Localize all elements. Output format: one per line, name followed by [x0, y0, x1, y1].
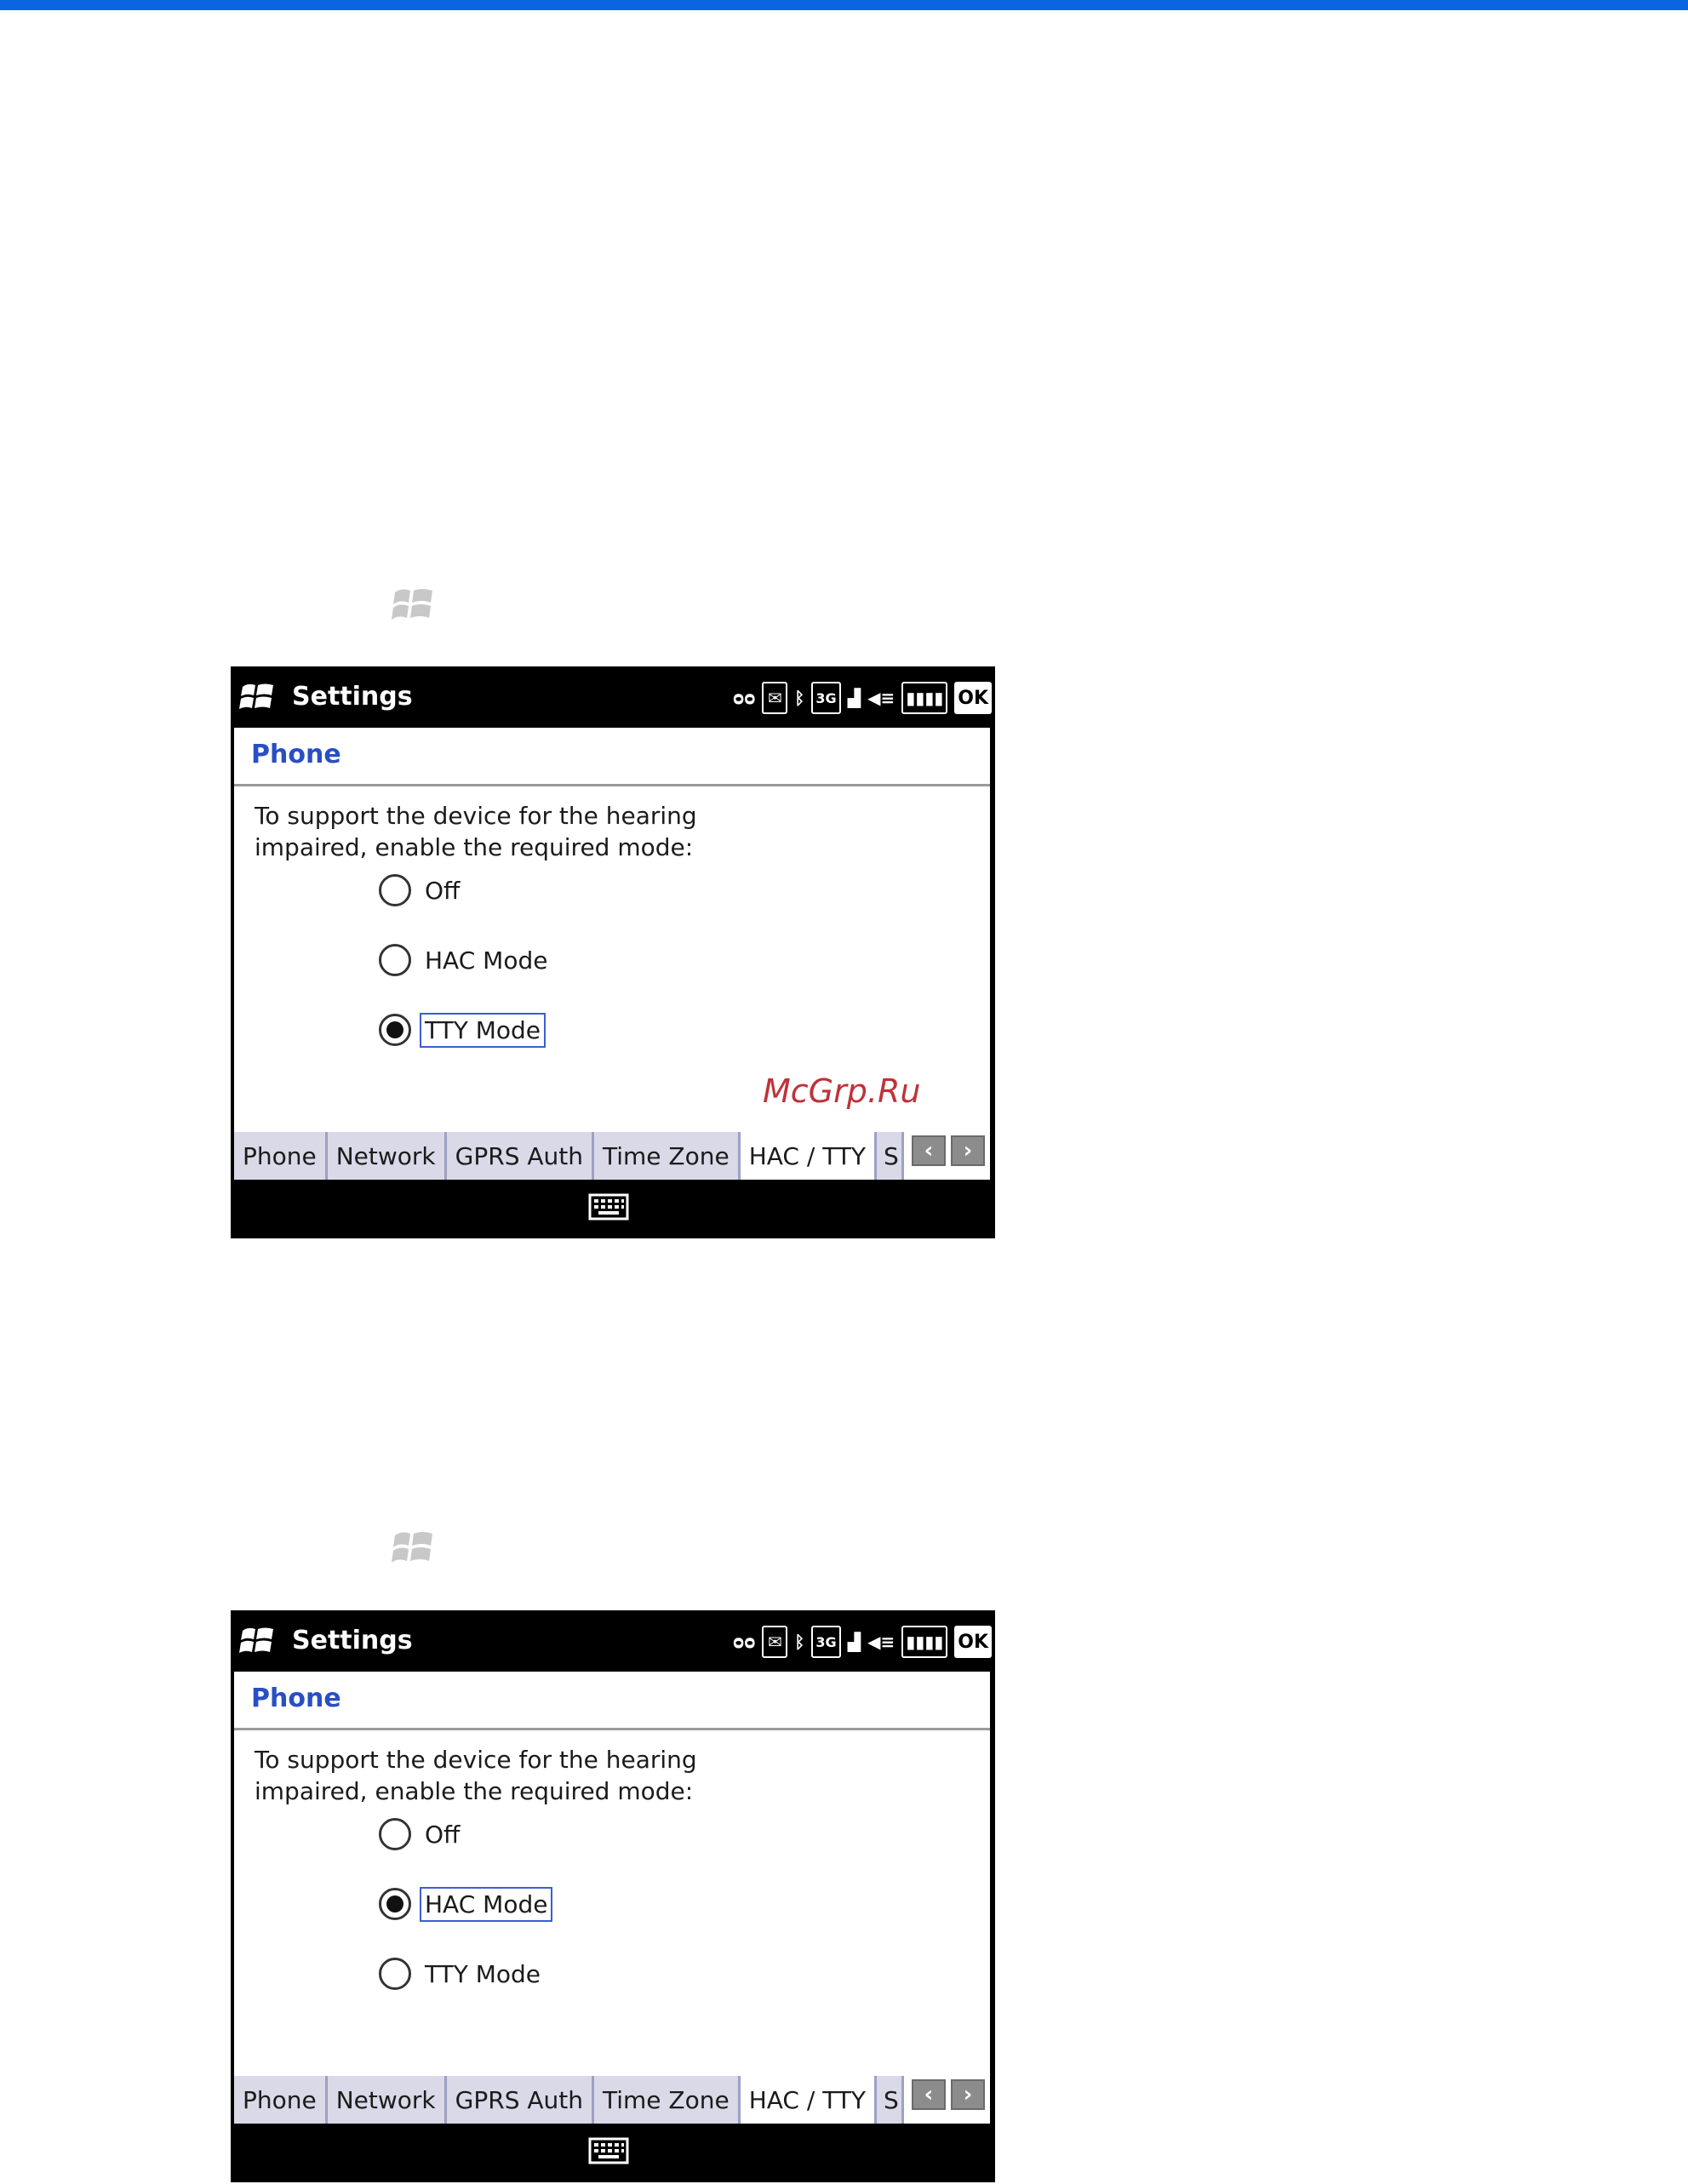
windows-logo-icon[interactable]: [239, 1622, 277, 1660]
keyboard-icon[interactable]: [588, 1192, 629, 1222]
bluetooth-icon[interactable]: ᛒ: [794, 682, 804, 714]
option-hac[interactable]: HAC Mode: [379, 1884, 553, 1924]
option-tty[interactable]: TTY Mode: [379, 1009, 546, 1050]
windows-logo-icon[interactable]: [239, 678, 277, 716]
radio-tty[interactable]: [379, 1014, 411, 1046]
device-screen-tty: Settings ᴑᴑ ✉ ᛒ 3G ▟ ◀︎≡ ▮▮▮▮ OK Phone T…: [231, 666, 995, 1238]
tab-hac-tty[interactable]: HAC / TTY: [740, 1132, 878, 1180]
tab-partial[interactable]: S: [877, 2076, 905, 2124]
option-off-label[interactable]: Off: [420, 873, 465, 908]
bluetooth-icon[interactable]: ᛒ: [794, 1626, 804, 1658]
battery-icon[interactable]: ▮▮▮▮: [901, 1626, 948, 1658]
settings-body: To support the device for the hearing im…: [234, 1730, 990, 2071]
section-header: Phone: [234, 1672, 990, 1730]
option-off[interactable]: Off: [379, 870, 465, 911]
3g-icon[interactable]: 3G: [811, 1626, 841, 1658]
radio-off[interactable]: [379, 1818, 411, 1850]
menu-bar: [231, 1180, 995, 1238]
section-header-label: Phone: [251, 740, 341, 769]
page-top-rule: [0, 0, 1688, 10]
message-icon[interactable]: ✉: [762, 682, 788, 714]
tab-scroll-left-button[interactable]: ‹: [912, 2079, 946, 2110]
window-title: Settings: [292, 1626, 413, 1655]
tab-scroll-right-button[interactable]: ›: [951, 2079, 985, 2110]
tab-network[interactable]: Network: [327, 2076, 447, 2124]
tab-gprs-auth[interactable]: GPRS Auth: [446, 1132, 594, 1180]
title-bar: Settings ᴑᴑ ✉ ᛒ 3G ▟ ◀︎≡ ▮▮▮▮ OK: [231, 1610, 995, 1672]
radio-hac[interactable]: [379, 1888, 411, 1920]
option-tty-label[interactable]: TTY Mode: [420, 1012, 546, 1048]
status-icons: ᴑᴑ ✉ ᛒ 3G ▟ ◀︎≡ ▮▮▮▮ OK: [733, 1624, 992, 1660]
option-hac-label[interactable]: HAC Mode: [420, 1886, 553, 1922]
speaker-icon[interactable]: ◀︎≡: [867, 682, 895, 714]
menu-bar: [231, 2124, 995, 2182]
tab-scroll-right-button[interactable]: ›: [951, 1135, 985, 1166]
voicemail-icon[interactable]: ᴑᴑ: [733, 1626, 755, 1658]
tab-network[interactable]: Network: [327, 1132, 447, 1180]
option-hac[interactable]: HAC Mode: [379, 940, 552, 981]
message-icon[interactable]: ✉: [762, 1626, 788, 1658]
section-header: Phone: [234, 728, 990, 786]
instruction-text: To support the device for the hearing im…: [255, 802, 697, 861]
watermark: McGrp.Ru: [763, 1072, 921, 1110]
tab-time-zone[interactable]: Time Zone: [594, 2076, 741, 2124]
signal-icon[interactable]: ▟: [848, 1626, 861, 1658]
tab-hac-tty[interactable]: HAC / TTY: [740, 2076, 878, 2124]
battery-icon[interactable]: ▮▮▮▮: [901, 682, 948, 714]
ok-button[interactable]: OK: [954, 1626, 992, 1658]
radio-hac[interactable]: [379, 944, 411, 976]
tab-scroll-left-button[interactable]: ‹: [912, 1135, 946, 1166]
option-off[interactable]: Off: [379, 1814, 465, 1855]
speaker-icon[interactable]: ◀︎≡: [867, 1626, 895, 1658]
windows-start-icon: [390, 584, 438, 626]
keyboard-icon[interactable]: [588, 2135, 629, 2166]
option-tty[interactable]: TTY Mode: [379, 1953, 546, 1994]
radio-tty[interactable]: [379, 1958, 411, 1990]
option-hac-label[interactable]: HAC Mode: [420, 943, 552, 978]
voicemail-icon[interactable]: ᴑᴑ: [733, 682, 755, 714]
3g-icon[interactable]: 3G: [811, 682, 841, 714]
ok-button[interactable]: OK: [954, 682, 992, 714]
instruction-text: To support the device for the hearing im…: [255, 1746, 697, 1805]
device-screen-hac: Settings ᴑᴑ ✉ ᛒ 3G ▟ ◀︎≡ ▮▮▮▮ OK Phone T…: [231, 1610, 995, 2182]
tab-phone[interactable]: Phone: [234, 2076, 328, 2124]
tab-phone[interactable]: Phone: [234, 1132, 328, 1180]
section-header-label: Phone: [251, 1684, 341, 1713]
tab-time-zone[interactable]: Time Zone: [594, 1132, 741, 1180]
option-tty-label[interactable]: TTY Mode: [420, 1957, 546, 1992]
window-title: Settings: [292, 682, 413, 712]
signal-icon[interactable]: ▟: [848, 682, 861, 714]
tab-bar: Phone Network GPRS Auth Time Zone HAC / …: [234, 1127, 990, 1180]
tab-gprs-auth[interactable]: GPRS Auth: [446, 2076, 594, 2124]
status-icons: ᴑᴑ ✉ ᛒ 3G ▟ ◀︎≡ ▮▮▮▮ OK: [733, 680, 992, 716]
windows-start-icon: [390, 1527, 438, 1569]
tab-bar: Phone Network GPRS Auth Time Zone HAC / …: [234, 2071, 990, 2124]
title-bar: Settings ᴑᴑ ✉ ᛒ 3G ▟ ◀︎≡ ▮▮▮▮ OK: [231, 666, 995, 728]
tab-partial[interactable]: S: [877, 1132, 905, 1180]
radio-off[interactable]: [379, 874, 411, 906]
option-off-label[interactable]: Off: [420, 1817, 465, 1852]
